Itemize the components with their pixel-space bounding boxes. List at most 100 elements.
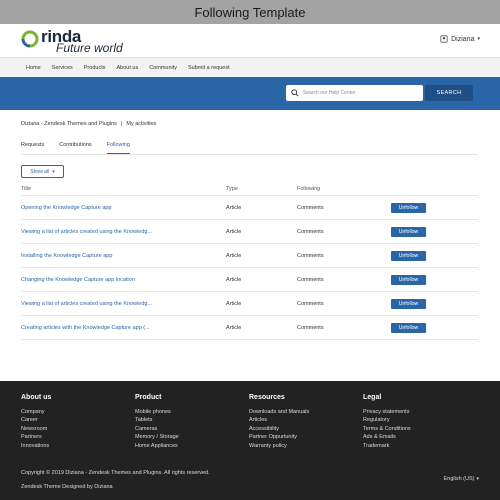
unfollow-button[interactable]: Unfollow (391, 250, 426, 261)
chevron-down-icon: ▾ (476, 476, 479, 482)
nav-home[interactable]: Home (26, 65, 41, 71)
table-row: Changing the Knowledge Capture app locat… (21, 268, 478, 292)
footer-link[interactable]: Trademark (363, 442, 473, 450)
article-link[interactable]: Installing the Knowledge Capture app (21, 253, 226, 259)
breadcrumb-root[interactable]: Diziana - Zendesk Themes and Plugins (21, 121, 117, 127)
footer-link[interactable]: Ads & Emails (363, 433, 473, 441)
brand-tagline: Future world (56, 41, 123, 55)
search-box[interactable] (286, 85, 423, 101)
footer-link[interactable]: Company (21, 408, 131, 416)
nav-submit-request[interactable]: Submit a request (188, 65, 230, 71)
theme-credit: Zendesk Theme Designed by Diziana (21, 484, 113, 490)
row-following: Comments (297, 276, 324, 283)
table-row: Creating articles with the Knowledge Cap… (21, 316, 478, 340)
footer-link[interactable]: Mobile phones (135, 408, 245, 416)
article-link[interactable]: Viewing a list of articles created using… (21, 229, 226, 235)
footer-link[interactable]: Newsroom (21, 425, 131, 433)
tab-contributions[interactable]: Contributions (59, 142, 91, 154)
footer-link[interactable]: Warranty policy (249, 442, 359, 450)
footer-link[interactable]: Terms & Conditions (363, 425, 473, 433)
main-nav: Home Services Products About us Communit… (0, 57, 500, 77)
site-footer: About us Company Career Newsroom Partner… (0, 381, 500, 500)
footer-link[interactable]: Partner Oppurtunity (249, 433, 359, 441)
unfollow-button[interactable]: Unfollow (391, 202, 426, 213)
table-row: Opening the Knowledge Capture app Articl… (21, 196, 478, 220)
following-table: Title Type Following Opening the Knowled… (21, 183, 478, 340)
row-type: Article (226, 252, 242, 259)
language-label: English (US) (443, 476, 475, 482)
footer-heading: Legal (363, 394, 382, 401)
window-title-bar: Following Template (0, 0, 500, 24)
logo-swoosh-icon (21, 30, 39, 48)
tab-following[interactable]: Following (106, 142, 130, 154)
chevron-down-icon: ▾ (52, 168, 55, 175)
header-title: Title (21, 186, 32, 192)
chevron-down-icon: ▾ (477, 36, 480, 42)
user-icon (440, 35, 448, 43)
table-header: Title Type Following (21, 183, 478, 196)
row-following: Comments (297, 252, 324, 259)
footer-link[interactable]: Innovations (21, 442, 131, 450)
footer-link[interactable]: Partners (21, 433, 131, 441)
breadcrumb: Diziana - Zendesk Themes and Plugins | M… (21, 121, 156, 127)
unfollow-button[interactable]: Unfollow (391, 274, 426, 285)
row-following: Comments (297, 300, 324, 307)
show-all-dropdown[interactable]: Show all ▾ (21, 165, 64, 178)
tab-requests[interactable]: Requests (21, 142, 44, 154)
footer-link[interactable]: Privacy statements (363, 408, 473, 416)
nav-products[interactable]: Products (84, 65, 106, 71)
unfollow-button[interactable]: Unfollow (391, 298, 426, 309)
footer-col-legal: Legal Privacy statements Regulatory Term… (363, 394, 473, 450)
row-type: Article (226, 324, 242, 331)
search-button[interactable]: SEARCH (425, 85, 473, 101)
nav-about-us[interactable]: About us (116, 65, 138, 71)
search-input[interactable] (303, 90, 413, 96)
footer-link[interactable]: Memory / Storage (135, 433, 245, 441)
article-link[interactable]: Opening the Knowledge Capture app (21, 205, 226, 211)
user-menu[interactable]: Diziana ▾ (440, 35, 480, 43)
breadcrumb-separator: | (120, 121, 123, 127)
footer-link[interactable]: Regulatory (363, 416, 473, 424)
row-following: Comments (297, 324, 324, 331)
nav-services[interactable]: Services (52, 65, 73, 71)
row-following: Comments (297, 228, 324, 235)
row-type: Article (226, 276, 242, 283)
article-link[interactable]: Viewing a list of articles created using… (21, 301, 226, 307)
language-selector[interactable]: English (US) ▾ (444, 476, 479, 482)
nav-community[interactable]: Community (149, 65, 177, 71)
row-following: Comments (297, 204, 324, 211)
footer-link[interactable]: Career (21, 416, 131, 424)
user-name: Diziana (451, 35, 475, 43)
unfollow-button[interactable]: Unfollow (391, 226, 426, 237)
breadcrumb-current[interactable]: My activities (126, 121, 156, 127)
copyright-text: Copyright © 2019 Diziana - Zendesk Theme… (21, 470, 210, 476)
row-type: Article (226, 228, 242, 235)
search-icon (291, 89, 299, 97)
article-link[interactable]: Creating articles with the Knowledge Cap… (21, 325, 226, 331)
footer-col-product: Product Mobile phones Tablets Cameras Me… (135, 394, 245, 450)
footer-link[interactable]: Articles (249, 416, 359, 424)
footer-col-resources: Resources Downloads and Manuals Articles… (249, 394, 359, 450)
footer-link[interactable]: Tablets (135, 416, 245, 424)
article-link[interactable]: Changing the Knowledge Capture app locat… (21, 277, 226, 283)
footer-link[interactable]: Accessibility (249, 425, 359, 433)
footer-link[interactable]: Home Appliances (135, 442, 245, 450)
activity-tabs: Requests Contributions Following (21, 142, 130, 154)
footer-heading: Resources (249, 394, 285, 401)
brand-logo[interactable]: rinda Future world (20, 27, 160, 55)
footer-col-about: About us Company Career Newsroom Partner… (21, 394, 131, 450)
row-type: Article (226, 300, 242, 307)
table-row: Viewing a list of articles created using… (21, 292, 478, 316)
unfollow-button[interactable]: Unfollow (391, 322, 426, 333)
show-all-label: Show all (30, 168, 50, 175)
site-header: rinda Future world Diziana ▾ (0, 24, 500, 57)
footer-link[interactable]: Downloads and Manuals (249, 408, 359, 416)
search-hero: SEARCH (0, 77, 500, 110)
header-type: Type (226, 186, 238, 192)
row-type: Article (226, 204, 242, 211)
footer-heading: About us (21, 394, 52, 401)
header-following: Following (297, 186, 321, 192)
footer-link[interactable]: Cameras (135, 425, 245, 433)
table-row: Viewing a list of articles created using… (21, 220, 478, 244)
window-title: Following Template (194, 4, 306, 20)
